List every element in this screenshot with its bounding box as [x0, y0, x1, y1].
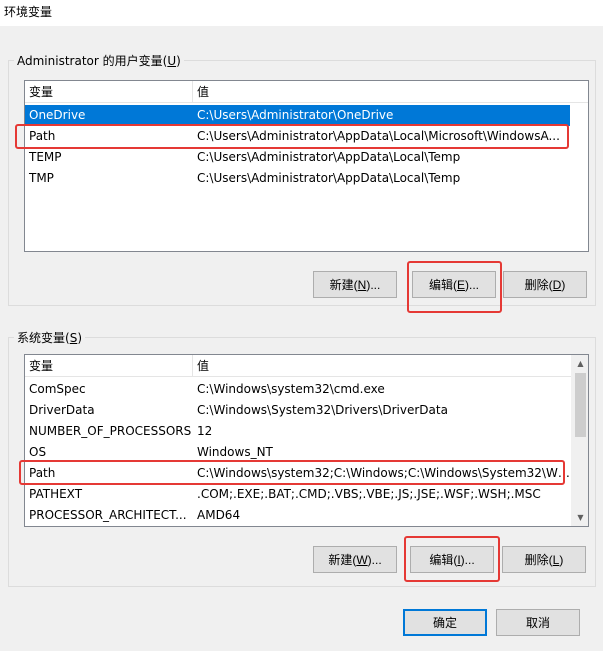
row-variable-value: C:\Users\Administrator\AppData\Local\Tem…	[197, 150, 461, 164]
row-variable-name: PATHEXT	[29, 487, 83, 501]
scrollbar-thumb[interactable]	[575, 373, 586, 437]
table-row-processor-architecture[interactable]: PROCESSOR_ARCHITECT... AMD64	[25, 505, 572, 526]
row-variable-value: .COM;.EXE;.BAT;.CMD;.VBS;.VBE;.JS;.JSE;.…	[197, 487, 541, 501]
table-row-pathext[interactable]: PATHEXT .COM;.EXE;.BAT;.CMD;.VBS;.VBE;.J…	[25, 484, 572, 505]
system-edit-button[interactable]: 编辑(I)...	[410, 546, 494, 573]
title-bar: 环境变量	[0, 0, 603, 26]
user-delete-button[interactable]: 删除(D)	[503, 271, 587, 298]
row-variable-value: C:\Windows\System32\Drivers\DriverData	[197, 403, 448, 417]
column-header-value[interactable]: 值	[193, 81, 583, 103]
row-variable-name: DriverData	[29, 403, 95, 417]
row-variable-name: TMP	[29, 171, 54, 185]
table-row-path[interactable]: Path C:\Users\Administrator\AppData\Loca…	[25, 126, 570, 147]
system-variables-label: 系统变量(S)	[14, 329, 85, 346]
row-variable-name: TEMP	[29, 150, 62, 164]
table-row-driverdata[interactable]: DriverData C:\Windows\System32\Drivers\D…	[25, 400, 572, 421]
column-header-variable[interactable]: 变量	[25, 355, 192, 377]
row-variable-name: Path	[29, 466, 56, 480]
row-variable-name: OS	[29, 445, 47, 459]
system-delete-button[interactable]: 删除(L)	[502, 546, 586, 573]
row-variable-value: C:\Windows\system32;C:\Windows;C:\Window…	[197, 466, 572, 480]
table-row-temp[interactable]: TEMP C:\Users\Administrator\AppData\Loca…	[25, 147, 570, 168]
system-new-button[interactable]: 新建(W)...	[313, 546, 397, 573]
table-row-os[interactable]: OS Windows_NT	[25, 442, 572, 463]
row-variable-name: OneDrive	[29, 108, 86, 122]
column-header-value[interactable]: 值	[193, 355, 563, 377]
down-arrow-icon[interactable]: ▼	[572, 509, 588, 526]
row-variable-value: C:\Users\Administrator\AppData\Local\Mic…	[197, 129, 560, 143]
user-list-header: 变量 值	[25, 81, 588, 103]
table-row-tmp[interactable]: TMP C:\Users\Administrator\AppData\Local…	[25, 168, 570, 189]
system-variables-list[interactable]: 变量 值 ComSpec C:\Windows\system32\cmd.exe…	[24, 354, 589, 527]
row-variable-name: Path	[29, 129, 56, 143]
row-variable-value: C:\Windows\system32\cmd.exe	[197, 382, 385, 396]
up-arrow-icon[interactable]: ▲	[572, 355, 588, 372]
ok-button[interactable]: 确定	[403, 609, 487, 636]
table-row-number-of-processors[interactable]: NUMBER_OF_PROCESSORS 12	[25, 421, 572, 442]
cancel-button[interactable]: 取消	[496, 609, 580, 636]
row-variable-value: Windows_NT	[197, 445, 273, 459]
table-row-comspec[interactable]: ComSpec C:\Windows\system32\cmd.exe	[25, 379, 572, 400]
window-title: 环境变量	[4, 5, 53, 19]
user-edit-button[interactable]: 编辑(E)...	[412, 271, 496, 298]
row-variable-value: C:\Users\Administrator\OneDrive	[197, 108, 394, 122]
system-list-header: 变量 值	[25, 355, 571, 377]
row-variable-value: C:\Users\Administrator\AppData\Local\Tem…	[197, 171, 461, 185]
user-new-button[interactable]: 新建(N)...	[313, 271, 397, 298]
row-variable-value: AMD64	[197, 508, 241, 522]
system-list-scrollbar[interactable]: ▲ ▼	[571, 355, 588, 526]
row-variable-value: 12	[197, 424, 213, 438]
column-header-variable[interactable]: 变量	[25, 81, 192, 103]
row-variable-name: ComSpec	[29, 382, 86, 396]
user-variables-list[interactable]: 变量 值 OneDrive C:\Users\Administrator\One…	[24, 80, 589, 252]
table-row-path[interactable]: Path C:\Windows\system32;C:\Windows;C:\W…	[25, 463, 572, 484]
table-row-onedrive[interactable]: OneDrive C:\Users\Administrator\OneDrive	[25, 105, 570, 126]
row-variable-name: PROCESSOR_ARCHITECT...	[29, 508, 187, 522]
user-variables-label: Administrator 的用户变量(U)	[14, 52, 184, 69]
row-variable-name: NUMBER_OF_PROCESSORS	[29, 424, 192, 438]
